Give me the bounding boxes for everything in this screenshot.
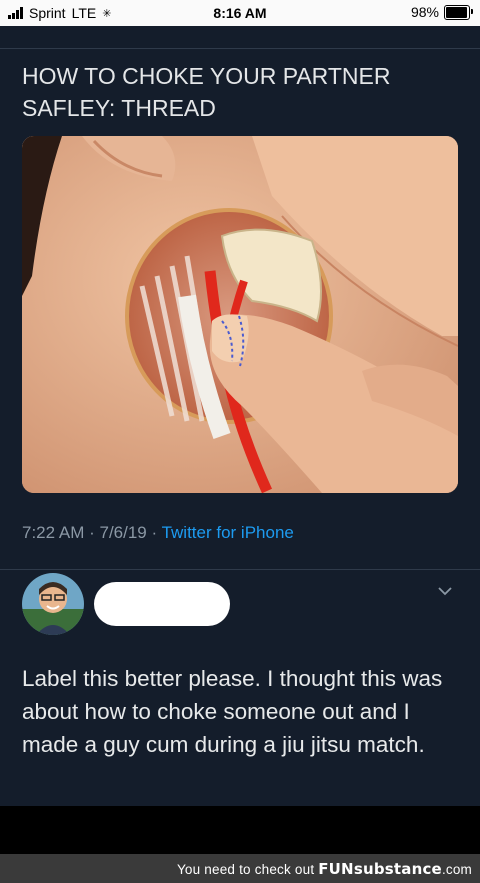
battery-percent: 98% — [410, 4, 439, 20]
divider — [0, 569, 480, 570]
clock: 8:16 AM — [213, 5, 267, 21]
reply-text: Label this better please. I thought this… — [22, 666, 443, 757]
divider — [0, 48, 480, 49]
avatar-image — [22, 573, 84, 635]
redacted-username — [94, 582, 230, 626]
tweet-date: 7/6/19 — [99, 523, 147, 542]
watermark: You need to check out FUNsubstance.com — [177, 860, 472, 878]
watermark-bar: You need to check out FUNsubstance.com — [0, 854, 480, 883]
avatar[interactable] — [22, 573, 84, 635]
tweet-time: 7:22 AM — [22, 523, 85, 542]
watermark-prefix: You need to check out — [176, 862, 315, 877]
tweet-meta: 7:22 AM · 7/6/19 · Twitter for iPhone — [22, 523, 294, 542]
battery-info: 98% — [410, 4, 473, 20]
tweet-text: HOW TO CHOKE YOUR PARTNER SAFLEY: THREAD — [22, 63, 391, 121]
neck-anatomy-illustration — [22, 136, 458, 493]
tweet-image[interactable] — [22, 136, 458, 493]
status-bar: Sprint LTE ✳ 8:16 AM 98% — [0, 0, 480, 26]
battery-icon — [444, 4, 473, 20]
tweet-card: HOW TO CHOKE YOUR PARTNER SAFLEY: THREAD — [0, 26, 480, 806]
watermark-suffix: .com — [441, 862, 472, 877]
tweet-source-link[interactable]: Twitter for iPhone — [162, 523, 294, 542]
watermark-brand: FUNsubstance — [318, 860, 442, 878]
chevron-down-icon[interactable] — [438, 586, 452, 596]
